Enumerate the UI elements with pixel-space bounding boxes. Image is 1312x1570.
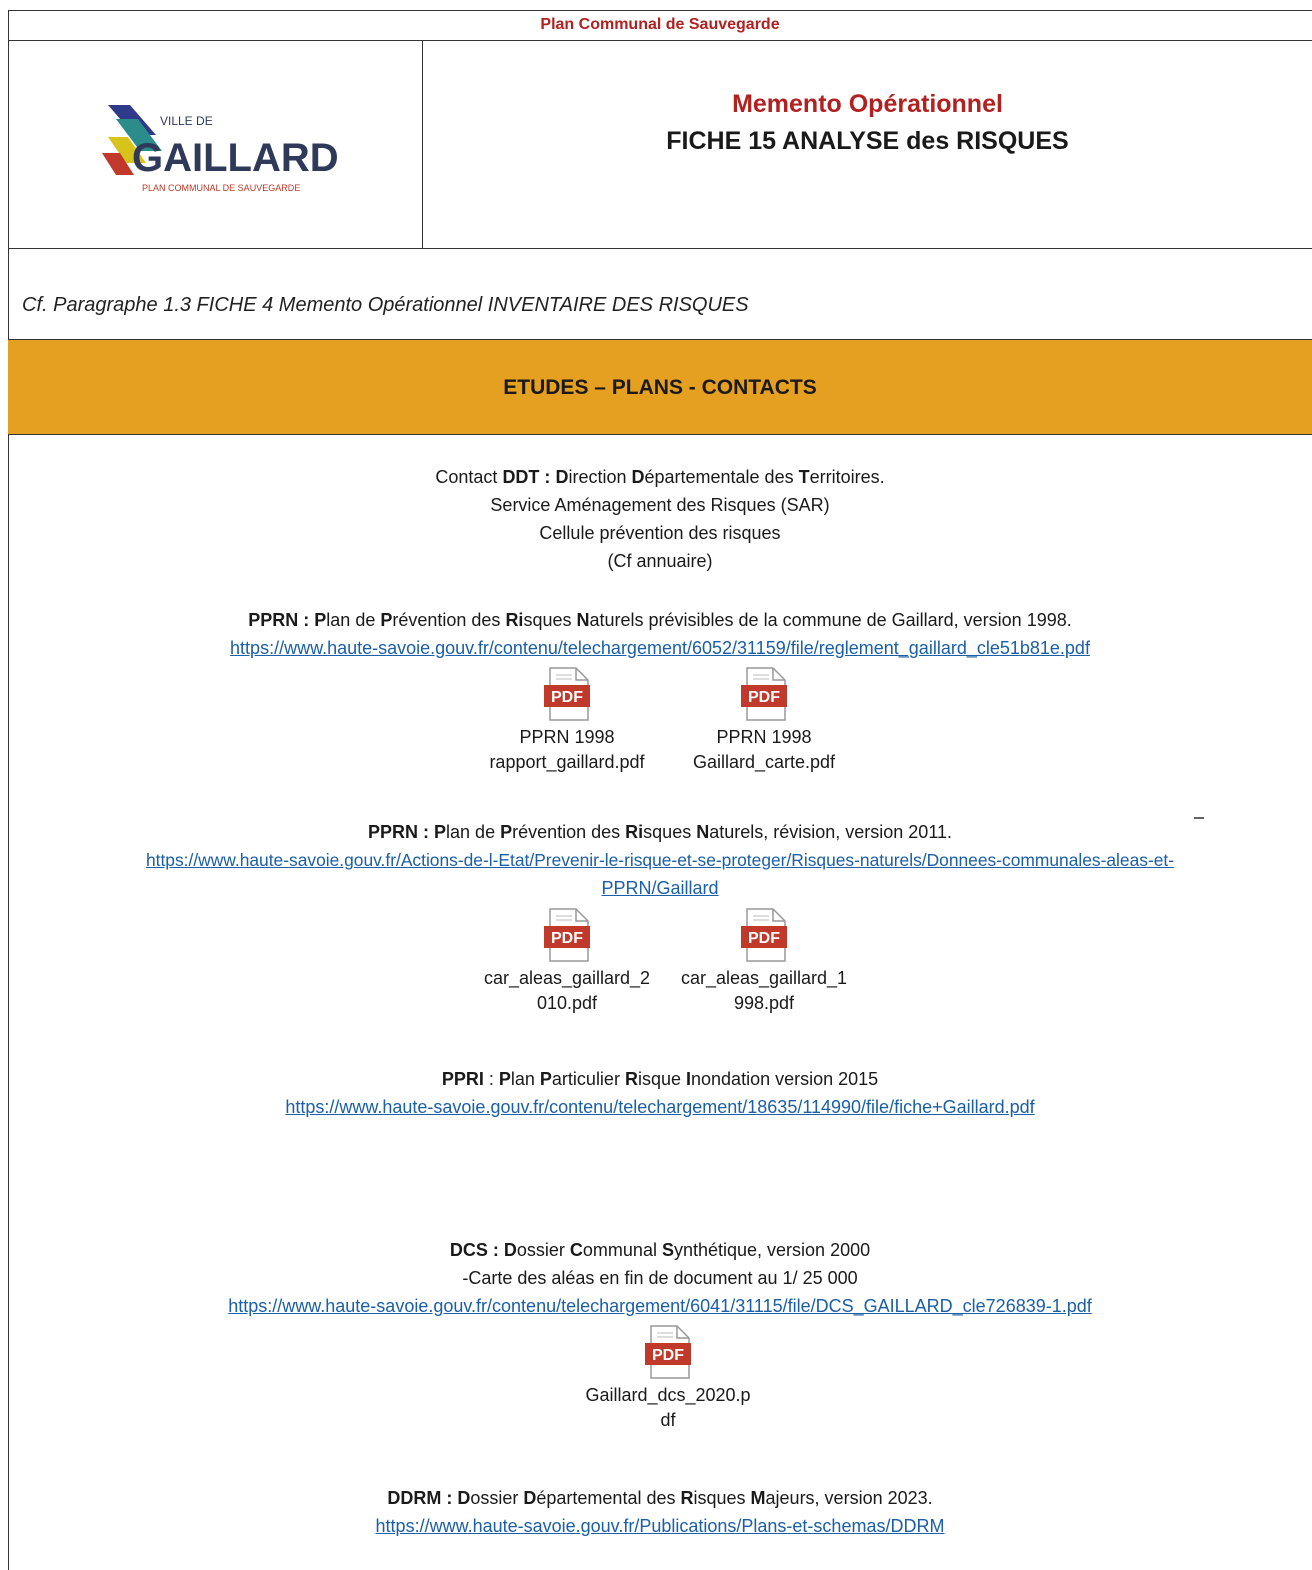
reference-line: Cf. Paragraphe 1.3 FICHE 4 Memento Opéra… — [22, 294, 749, 316]
file-line2: 010.pdf — [536, 993, 598, 1013]
logo-name: GAILLARD — [132, 136, 339, 180]
pdf-icon: PDF — [544, 908, 590, 962]
pprn-2011-title: PPRN : Plan de Prévention des Risques Na… — [367, 822, 953, 842]
logo-tagline: PLAN COMMUNAL DE SAUVEGARDE — [142, 183, 300, 193]
ddrm-block: DDRM : Dossier Départemental des Risques… — [8, 1484, 1312, 1540]
ddrm-title: DDRM : Dossier Départemental des Risques… — [387, 1488, 933, 1508]
file-line1: PPRN 1998 — [716, 727, 812, 747]
svg-text:PDF: PDF — [652, 1347, 684, 1364]
pprn-2011-file-1998[interactable]: PDF car_aleas_gaillard_1 998.pdf — [664, 908, 864, 1016]
document-subtitle: FICHE 15 ANALYSE des RISQUES — [666, 127, 1069, 155]
pdf-icon: PDF — [544, 667, 590, 721]
ppri-title: PPRI : Plan Particulier Risque Inondatio… — [441, 1069, 879, 1089]
svg-text:PDF: PDF — [551, 689, 583, 706]
file-line1: PPRN 1998 — [519, 727, 615, 747]
file-line2: 998.pdf — [733, 993, 795, 1013]
pdf-icon: PDF — [741, 908, 787, 962]
contact-line3: Cellule prévention des risques — [539, 523, 781, 543]
contact-line1: Contact DDT : Direction Départementale d… — [435, 467, 885, 487]
pprn-1998-link[interactable]: https://www.haute-savoie.gouv.fr/contenu… — [230, 638, 1090, 658]
svg-text:PDF: PDF — [551, 930, 583, 947]
contact-block: Contact DDT : Direction Départementale d… — [8, 463, 1312, 575]
file-line2: rapport_gaillard.pdf — [489, 752, 645, 772]
header-band: Plan Communal de Sauvegarde — [8, 10, 1312, 41]
pprn-1998-block: PPRN : Plan de Prévention des Risques Na… — [8, 606, 1312, 662]
dcs-block: DCS : Dossier Communal Synthétique, vers… — [8, 1236, 1312, 1320]
file-line1: Gaillard_dcs_2020.p — [585, 1385, 751, 1405]
pprn-1998-title: PPRN : Plan de Prévention des Risques Na… — [248, 610, 1072, 630]
ppri-link[interactable]: https://www.haute-savoie.gouv.fr/contenu… — [285, 1097, 1034, 1117]
pprn-2011-file-2010[interactable]: PDF car_aleas_gaillard_2 010.pdf — [467, 908, 667, 1016]
title-cell: Memento Opérationnel FICHE 15 ANALYSE de… — [423, 40, 1312, 249]
pprn-1998-file-rapport[interactable]: PDF PPRN 1998 rapport_gaillard.pdf — [467, 667, 667, 775]
dcs-file[interactable]: PDF Gaillard_dcs_2020.p df — [568, 1325, 768, 1433]
ddrm-link[interactable]: https://www.haute-savoie.gouv.fr/Publica… — [376, 1516, 945, 1536]
document-title: Memento Opérationnel — [732, 90, 1003, 118]
logo-line1: VILLE DE — [160, 114, 213, 128]
pdf-icon: PDF — [741, 667, 787, 721]
document-page: Plan Communal de Sauvegarde VILLE DE GAI… — [0, 0, 1312, 1570]
dcs-title: DCS : Dossier Communal Synthétique, vers… — [449, 1240, 871, 1260]
dcs-line2: -Carte des aléas en fin de document au 1… — [462, 1268, 858, 1288]
header-band-title: Plan Communal de Sauvegarde — [540, 16, 780, 33]
pprn-1998-file-carte[interactable]: PDF PPRN 1998 Gaillard_carte.pdf — [664, 667, 864, 775]
svg-text:PDF: PDF — [748, 930, 780, 947]
ppri-block: PPRI : Plan Particulier Risque Inondatio… — [8, 1065, 1312, 1121]
file-line2: df — [660, 1410, 676, 1430]
pprn-2011-block: PPRN : Plan de Prévention des Risques Na… — [8, 818, 1312, 902]
svg-text:PDF: PDF — [748, 689, 780, 706]
logo-cell: VILLE DE GAILLARD PLAN COMMUNAL DE SAUVE… — [8, 40, 423, 249]
contact-line4: (Cf annuaire) — [607, 551, 713, 571]
gaillard-logo: VILLE DE GAILLARD PLAN COMMUNAL DE SAUVE… — [102, 105, 339, 193]
file-line1: car_aleas_gaillard_1 — [680, 968, 848, 988]
file-line2: Gaillard_carte.pdf — [692, 752, 836, 772]
file-line1: car_aleas_gaillard_2 — [483, 968, 651, 988]
dcs-link[interactable]: https://www.haute-savoie.gouv.fr/contenu… — [228, 1296, 1092, 1316]
section-band: ETUDES – PLANS - CONTACTS — [8, 339, 1312, 435]
pprn-2011-link-cont[interactable]: PPRN/Gaillard — [601, 878, 718, 898]
section-title: ETUDES – PLANS - CONTACTS — [503, 376, 817, 399]
pdf-icon: PDF — [645, 1325, 691, 1379]
contact-line2: Service Aménagement des Risques (SAR) — [490, 495, 830, 515]
pprn-2011-link[interactable]: https://www.haute-savoie.gouv.fr/Actions… — [146, 850, 1174, 870]
